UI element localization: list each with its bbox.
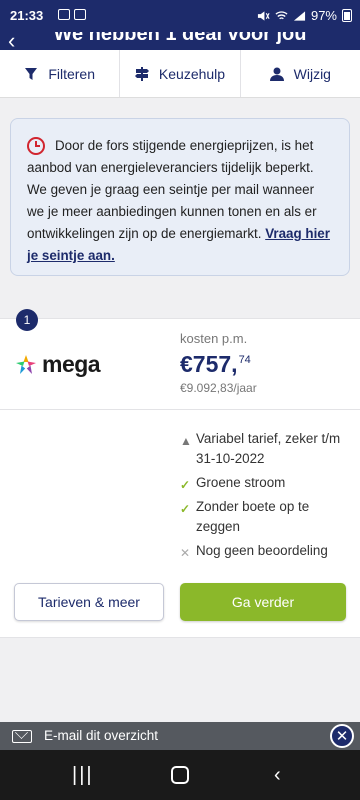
deal-card: mega kosten p.m. €757,74 €9.092,83/jaar … bbox=[0, 318, 360, 638]
continue-button[interactable]: Ga verder bbox=[180, 583, 346, 621]
feature-text: Zonder boete op te zeggen bbox=[196, 499, 310, 534]
mega-logo-icon bbox=[16, 354, 36, 374]
clock-icon bbox=[27, 137, 45, 155]
back-icon[interactable]: ‹ bbox=[274, 764, 281, 787]
page-title: We hebben 1 deal voor jou bbox=[53, 32, 307, 45]
feature-item: ✓ Zonder boete op te zeggen bbox=[180, 497, 350, 537]
check-icon: ✓ bbox=[180, 502, 191, 516]
status-time: 21:33 bbox=[10, 8, 44, 23]
image-icon bbox=[74, 9, 86, 20]
feature-text: Groene stroom bbox=[196, 475, 286, 490]
notification-icons bbox=[58, 9, 86, 20]
price-main: €757, bbox=[180, 351, 238, 377]
filter-button[interactable]: Filteren bbox=[0, 50, 121, 97]
home-icon[interactable] bbox=[171, 766, 189, 784]
price-cents: 74 bbox=[238, 354, 251, 366]
email-overview-label: E-mail dit overzicht bbox=[44, 728, 159, 743]
help-label: Keuzehulp bbox=[158, 65, 226, 82]
toolbar: Filteren Keuzehulp Wijzig bbox=[0, 50, 360, 98]
email-overview-bar[interactable]: E-mail dit overzicht ✕ bbox=[0, 722, 360, 750]
rank-badge: 1 bbox=[16, 309, 38, 331]
status-right: 97% bbox=[257, 8, 352, 23]
message-icon bbox=[58, 9, 70, 20]
feature-item: ✓ Groene stroom bbox=[180, 473, 350, 493]
mute-icon bbox=[257, 10, 270, 21]
header: ‹ We hebben 1 deal voor jou bbox=[0, 32, 360, 50]
filter-label: Filteren bbox=[48, 65, 95, 82]
feature-item: ✕ Nog geen beoordeling bbox=[180, 541, 350, 561]
filter-icon bbox=[25, 67, 38, 80]
user-icon bbox=[269, 67, 284, 81]
provider-logo: mega bbox=[14, 351, 101, 378]
yearly-price: €9.092,83/jaar bbox=[180, 381, 257, 395]
feature-text: Variabel tarief, zeker t/m 31-10-2022 bbox=[196, 431, 341, 466]
change-button[interactable]: Wijzig bbox=[241, 50, 360, 97]
battery-percentage: 97% bbox=[310, 8, 337, 23]
status-bar: 21:33 97% bbox=[0, 0, 360, 32]
close-icon[interactable]: ✕ bbox=[330, 724, 354, 748]
feature-text: Nog geen beoordeling bbox=[196, 543, 328, 558]
provider-name: mega bbox=[42, 351, 101, 377]
cross-icon: ✕ bbox=[180, 546, 191, 560]
change-label: Wijzig bbox=[293, 65, 331, 82]
envelope-icon bbox=[12, 730, 32, 743]
feature-item: ▲ Variabel tarief, zeker t/m 31-10-2022 bbox=[180, 429, 350, 469]
system-navbar: ||| ‹ bbox=[0, 750, 360, 800]
monthly-price: €757,74 bbox=[180, 351, 251, 378]
cost-label: kosten p.m. bbox=[180, 331, 248, 346]
energy-notice: Door de fors stijgende energieprijzen, i… bbox=[10, 118, 350, 276]
warning-icon: ▲ bbox=[180, 434, 192, 448]
help-button[interactable]: Keuzehulp bbox=[120, 50, 241, 97]
signal-icon bbox=[293, 10, 306, 21]
signpost-icon bbox=[134, 66, 149, 81]
battery-icon bbox=[342, 9, 352, 22]
feature-list: ▲ Variabel tarief, zeker t/m 31-10-2022 … bbox=[180, 429, 350, 565]
card-divider bbox=[0, 409, 360, 410]
rates-button[interactable]: Tarieven & meer bbox=[14, 583, 164, 621]
check-icon: ✓ bbox=[180, 478, 191, 492]
wifi-icon bbox=[275, 10, 288, 19]
recents-icon[interactable]: ||| bbox=[72, 764, 94, 787]
